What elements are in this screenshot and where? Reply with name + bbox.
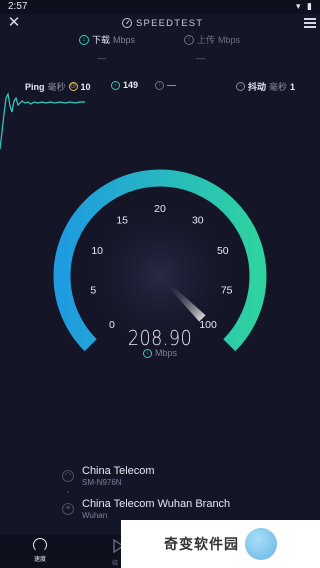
- speed-unit-row: ↓ Mbps: [0, 348, 320, 358]
- watermark-logo: [245, 528, 277, 560]
- watermark-text: 奇变软件园: [164, 536, 239, 552]
- server-name: China Telecom Wuhan Branch: [82, 498, 231, 510]
- hamburger-menu-icon[interactable]: [304, 18, 316, 28]
- speed-graph-line: [0, 92, 85, 150]
- server-location: Wuhan: [82, 511, 108, 520]
- server-icon: ≡: [62, 503, 74, 515]
- ping-label: Ping: [25, 81, 45, 92]
- gauge-tick-label: 75: [221, 284, 233, 296]
- status-bar: [0, 0, 320, 14]
- jitter-value: 1: [290, 81, 296, 92]
- tab-speed[interactable]: 速度: [24, 538, 56, 563]
- upload-arrow-icon: ↑: [184, 34, 194, 45]
- gauge-tick-label: 30: [192, 215, 204, 227]
- download-arrow-icon: ↓: [142, 348, 152, 358]
- idle-ping-value: 10: [80, 81, 91, 92]
- jitter-unit: 毫秒: [269, 82, 288, 92]
- gauge-tick-label: 50: [217, 245, 229, 257]
- device-name: SM-N976N: [82, 478, 122, 487]
- speedtest-logo: SPEEDTEST: [122, 17, 203, 29]
- divider-dot: [67, 491, 69, 493]
- speed-value: 208.90: [127, 326, 193, 350]
- upload-ping-metric: ↑ —: [155, 80, 176, 90]
- download-ping-metric: ↓ 149: [111, 80, 138, 90]
- status-time: 2:57: [8, 1, 28, 12]
- live-speed-graph: [0, 92, 85, 150]
- download-arrow-icon: ↓: [79, 34, 89, 45]
- download-ping-icon: ↓: [111, 80, 120, 90]
- isp-name: China Telecom: [82, 465, 155, 477]
- gauge-tick-label: 15: [116, 215, 128, 227]
- server-info[interactable]: ≡ China Telecom Wuhan Branch Wuhan: [62, 498, 230, 520]
- speed-unit: Mbps: [154, 348, 177, 358]
- speedometer-icon: [122, 18, 132, 28]
- jitter-metric: − 抖动 毫秒 1: [236, 80, 295, 93]
- gauge-tick-label: 20: [154, 203, 166, 215]
- upload-label: 上传: [197, 35, 216, 45]
- app-title: SPEEDTEST: [136, 17, 204, 29]
- close-icon[interactable]: ✕: [7, 15, 21, 30]
- jitter-icon: −: [236, 82, 245, 91]
- download-header: ↓ 下载 Mbps: [79, 33, 135, 46]
- tab-results-label: 结: [112, 561, 119, 567]
- speedometer-tab-icon: [33, 538, 47, 552]
- status-icons: ▾ ▮: [296, 1, 314, 11]
- watermark: 奇变软件园: [121, 520, 320, 568]
- wifi-icon: ◠: [62, 470, 74, 482]
- upload-ping-value: —: [167, 80, 176, 90]
- ping-row: Ping 毫秒 ◷ 10 ↓ 149 ↑ — − 抖动 毫秒 1: [0, 80, 320, 92]
- upload-unit: Mbps: [218, 34, 241, 45]
- download-label: 下载: [92, 35, 111, 45]
- upload-ping-icon: ↑: [155, 80, 164, 90]
- upload-header: ↑ 上传 Mbps: [184, 33, 240, 46]
- tab-speed-label: 速度: [33, 557, 46, 563]
- gauge-tick-label: 5: [90, 284, 96, 296]
- idle-ping-icon: ◷: [68, 82, 78, 91]
- isp-info[interactable]: ◠ China Telecom SM-N976N: [62, 465, 155, 487]
- download-unit: Mbps: [113, 34, 136, 45]
- gauge-tick-label: 10: [91, 245, 103, 257]
- download-ping-value: 149: [123, 80, 139, 90]
- jitter-label: 抖动: [248, 82, 267, 92]
